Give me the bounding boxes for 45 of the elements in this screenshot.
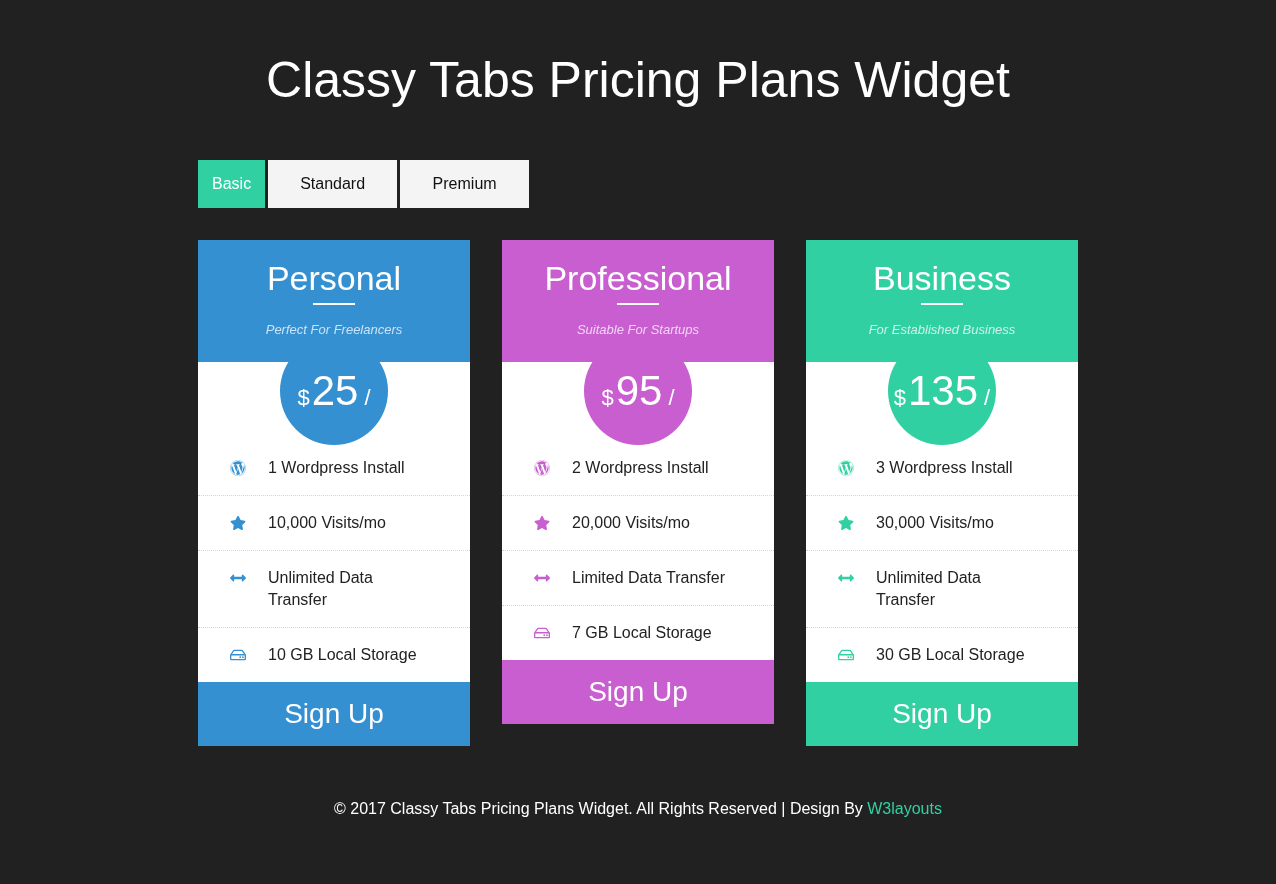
plan-tab[interactable]: Premium bbox=[400, 160, 530, 208]
feature-text: 2 Wordpress Install bbox=[572, 458, 709, 478]
feature-text: 3 Wordpress Install bbox=[876, 458, 1013, 478]
plan-tagline: Perfect For Freelancers bbox=[265, 321, 403, 339]
star-icon bbox=[838, 515, 854, 531]
price-slash: / bbox=[668, 387, 675, 409]
page-title: Classy Tabs Pricing Plans Widget bbox=[265, 51, 1011, 110]
feature-text: Limited Data Transfer bbox=[572, 568, 725, 588]
plan-tagline: Suitable For Startups bbox=[576, 321, 700, 339]
feature-text: Unlimited Data Transfer bbox=[876, 568, 982, 610]
plan-name: Professional bbox=[544, 258, 732, 299]
plan-tagline: For Established Business bbox=[868, 321, 1016, 339]
plan-tab[interactable]: Standard bbox=[268, 160, 398, 208]
feature-text: Unlimited Data Transfer bbox=[268, 568, 374, 610]
hard-drive-icon bbox=[838, 647, 854, 663]
plan-name: Personal bbox=[266, 258, 402, 299]
feature-text: 7 GB Local Storage bbox=[572, 623, 712, 643]
currency-symbol: $ bbox=[297, 387, 310, 409]
feature-text: 20,000 Visits/mo bbox=[572, 513, 690, 533]
star-icon bbox=[534, 515, 550, 531]
wordpress-logo-icon bbox=[230, 460, 246, 476]
currency-symbol: $ bbox=[893, 387, 906, 409]
feature-text: 30 GB Local Storage bbox=[876, 645, 1025, 665]
price-amount: 95 bbox=[615, 370, 663, 412]
currency-symbol: $ bbox=[601, 387, 614, 409]
feature-text: 30,000 Visits/mo bbox=[876, 513, 994, 533]
hard-drive-icon bbox=[534, 625, 550, 641]
price-amount: 135 bbox=[908, 370, 979, 412]
star-icon bbox=[230, 515, 246, 531]
price-slash: / bbox=[364, 387, 371, 409]
sign-up-button[interactable]: Sign Up bbox=[198, 682, 470, 746]
feature-text: 1 Wordpress Install bbox=[268, 458, 405, 478]
plan-tab[interactable]: Basic bbox=[198, 160, 266, 208]
sign-up-button[interactable]: Sign Up bbox=[502, 660, 774, 724]
designer-link[interactable]: W3layouts bbox=[867, 800, 942, 817]
copyright-text: © 2017 Classy Tabs Pricing Plans Widget. All Rights Reserved | Design By W3layouts bbox=[333, 799, 943, 819]
feature-text: 10,000 Visits/mo bbox=[268, 513, 386, 533]
price-slash: / bbox=[984, 387, 991, 409]
wordpress-logo-icon bbox=[534, 460, 550, 476]
hard-drive-icon bbox=[230, 647, 246, 663]
wordpress-logo-icon bbox=[838, 460, 854, 476]
feature-text: 10 GB Local Storage bbox=[268, 645, 417, 665]
price-amount: 25 bbox=[311, 370, 359, 412]
sign-up-button[interactable]: Sign Up bbox=[806, 682, 1078, 746]
plan-name: Business bbox=[873, 258, 1011, 299]
